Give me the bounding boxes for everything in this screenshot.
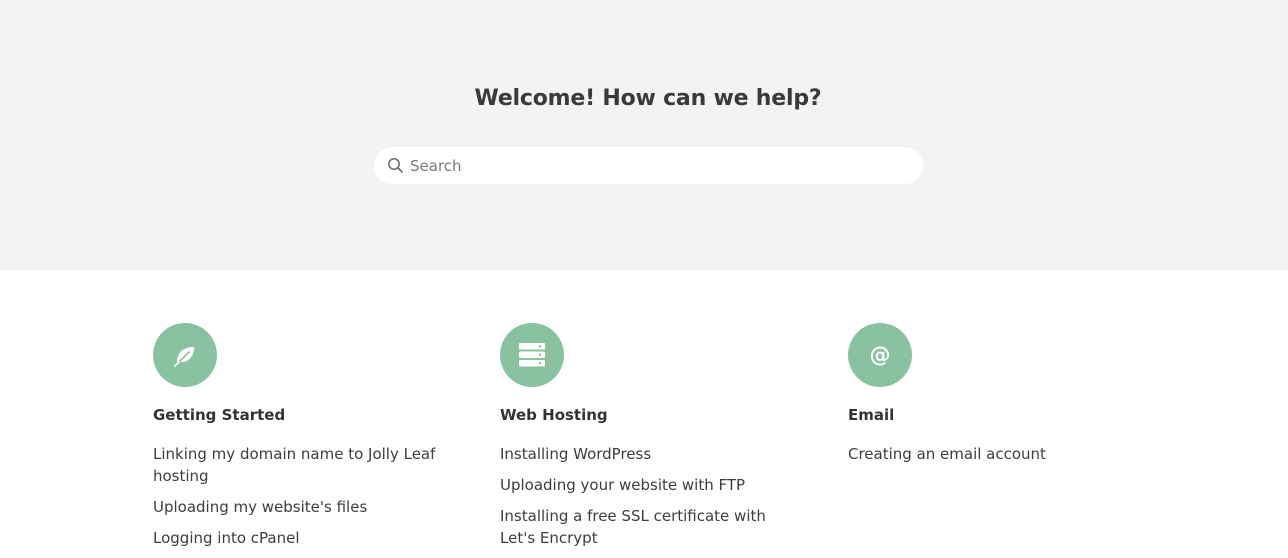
- at-sign-icon: @: [848, 323, 912, 387]
- category-getting-started: Getting Started Linking my domain name t…: [153, 323, 443, 558]
- category-title: Web Hosting: [500, 406, 608, 424]
- help-link[interactable]: Installing WordPress: [500, 443, 790, 465]
- category-title: Getting Started: [153, 406, 286, 424]
- search-icon: [388, 158, 403, 173]
- hero-section: Welcome! How can we help?: [0, 0, 1288, 270]
- category-web-hosting: Web Hosting Installing WordPress Uploadi…: [500, 323, 790, 558]
- help-link[interactable]: Linking my domain name to Jolly Leaf hos…: [153, 443, 443, 487]
- server-icon: [500, 323, 564, 387]
- category-email: @ Email Creating an email account: [848, 323, 1138, 474]
- search-input[interactable]: [410, 147, 910, 184]
- category-title: Email: [848, 406, 895, 424]
- search-bar[interactable]: [374, 147, 923, 184]
- page-title: Welcome! How can we help?: [474, 86, 822, 111]
- help-link[interactable]: Uploading your website with FTP: [500, 474, 790, 496]
- leaf-icon: [153, 323, 217, 387]
- help-link[interactable]: Uploading my website's files: [153, 496, 443, 518]
- help-link[interactable]: Creating an email account: [848, 443, 1138, 465]
- help-link[interactable]: Logging into cPanel: [153, 527, 443, 549]
- help-link[interactable]: Installing a free SSL certificate with L…: [500, 505, 790, 549]
